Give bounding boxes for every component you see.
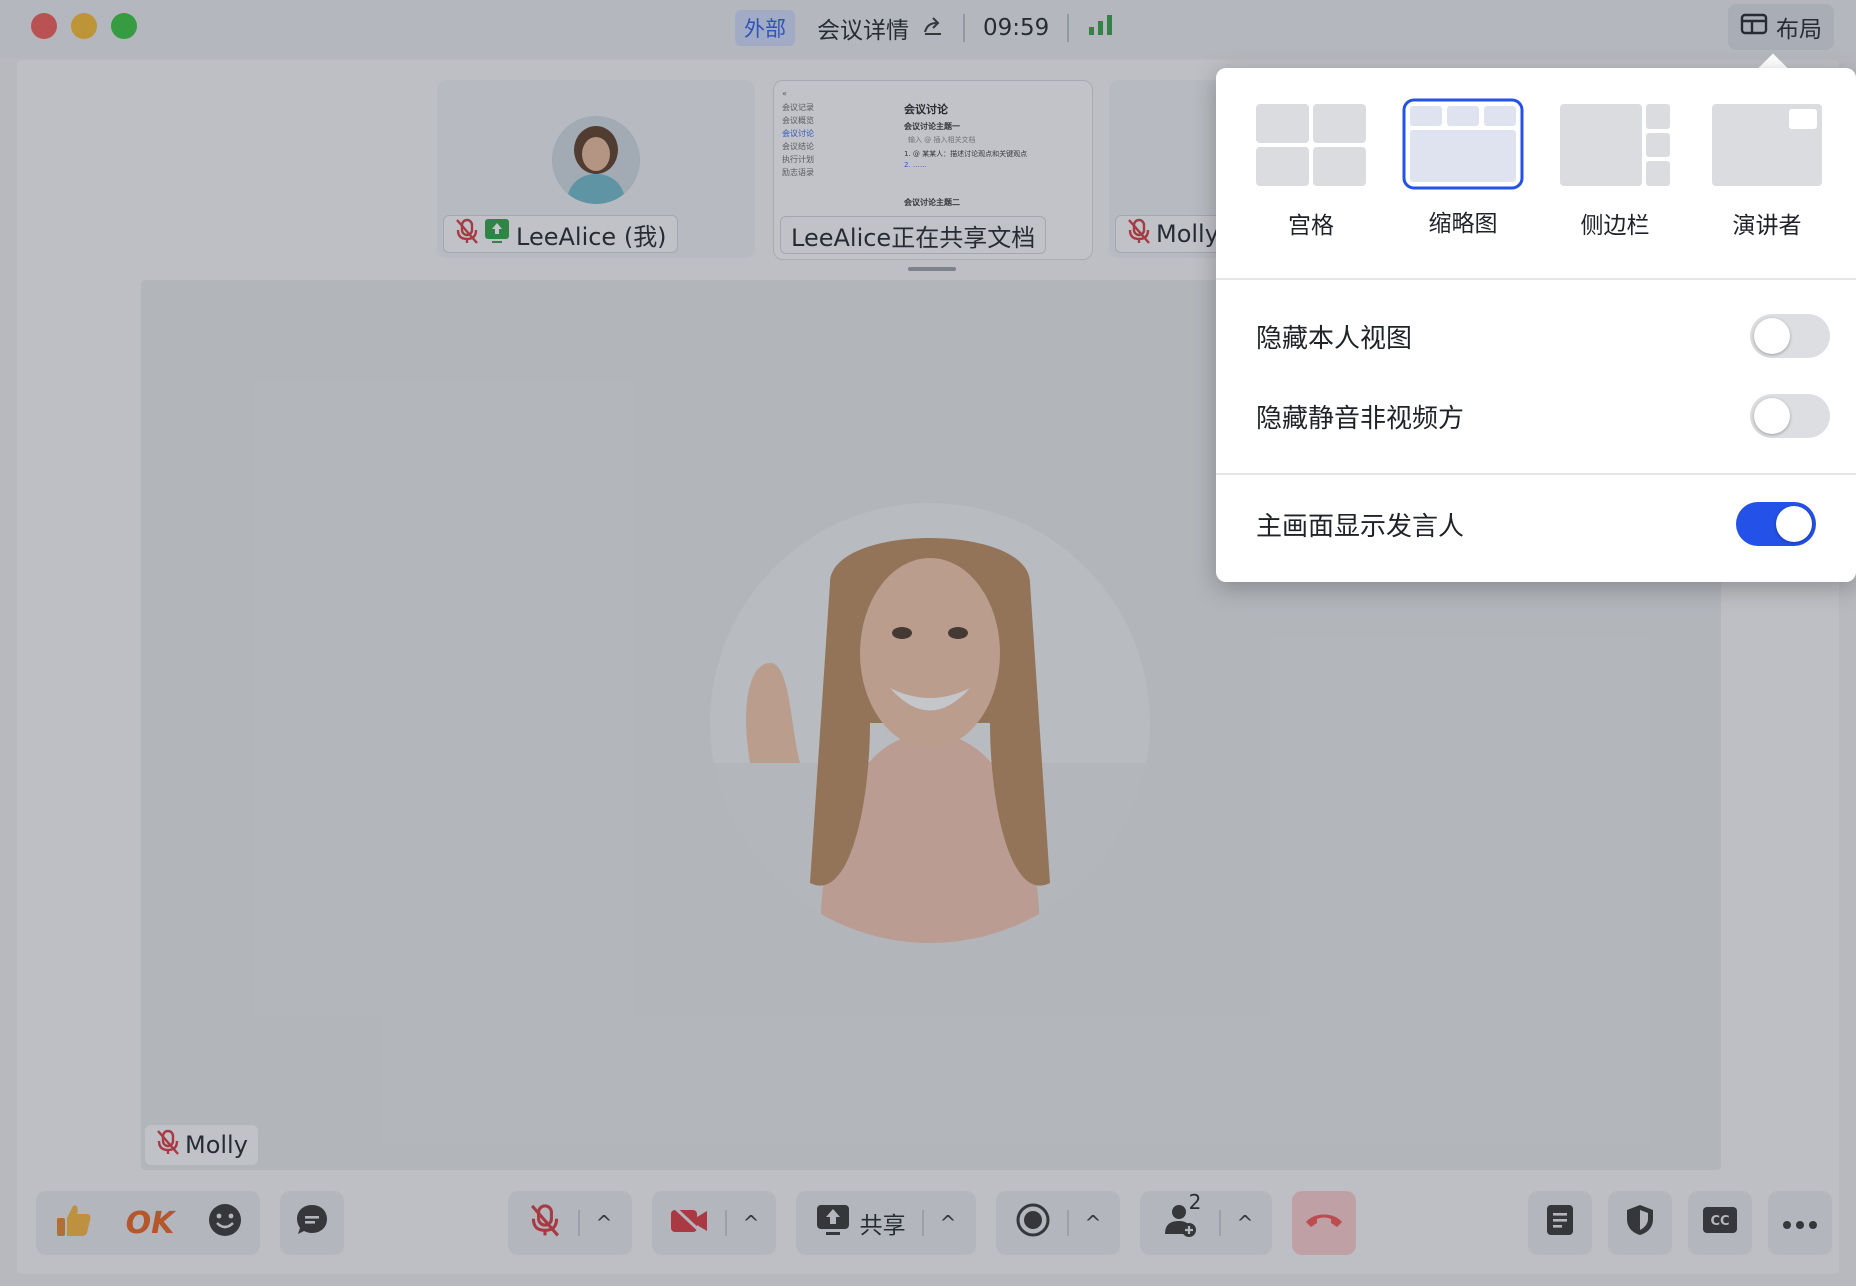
popup-divider (1216, 473, 1856, 475)
thumbnail-layout-icon (1402, 98, 1524, 190)
show-speaker-on-main-setting: 主画面显示发言人 (1256, 496, 1816, 552)
layout-option-speaker[interactable]: 演讲者 (1702, 104, 1832, 240)
hide-muted-nonvideo-setting: 隐藏静音非视频方 (1256, 388, 1830, 444)
setting-label: 隐藏静音非视频方 (1256, 403, 1465, 434)
layout-option-label: 缩略图 (1428, 211, 1498, 237)
layout-option-sidebar[interactable]: 侧边栏 (1550, 104, 1680, 240)
hide-self-view-setting: 隐藏本人视图 (1256, 308, 1830, 364)
sidebar-layout-icon (1560, 104, 1670, 186)
show-speaker-setting-highlight: 主画面显示发言人 (1238, 485, 1834, 563)
setting-label: 隐藏本人视图 (1256, 323, 1413, 354)
setting-label: 主画面显示发言人 (1256, 511, 1465, 542)
layout-option-label: 侧边栏 (1580, 213, 1650, 239)
speaker-layout-icon (1712, 104, 1822, 186)
hide-self-view-toggle[interactable] (1750, 314, 1830, 358)
layout-option-label: 宫格 (1288, 213, 1334, 239)
meeting-window: 外部 会议详情 09:59 布局 LeeAlice (我) « 会议记录 会议概… (0, 0, 1856, 1286)
popup-divider (1216, 278, 1856, 280)
layout-option-grid[interactable]: 宫格 (1246, 104, 1376, 240)
show-speaker-on-main-toggle[interactable] (1736, 502, 1816, 546)
hide-muted-nonvideo-toggle[interactable] (1750, 394, 1830, 438)
layout-option-label: 演讲者 (1732, 213, 1802, 239)
layout-option-thumbnail[interactable]: 缩略图 (1398, 98, 1528, 238)
grid-layout-icon (1256, 104, 1366, 186)
